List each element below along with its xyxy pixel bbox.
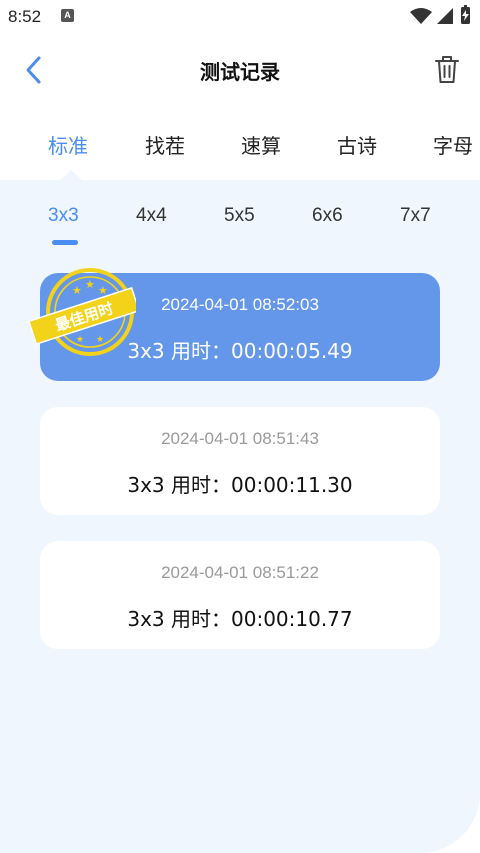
signal-icon <box>437 8 453 24</box>
svg-text:★: ★ <box>72 284 82 297</box>
delete-button[interactable] <box>432 54 462 86</box>
status-time: 8:52 <box>8 7 42 26</box>
tab-spot-difference[interactable]: 找茬 <box>145 130 185 159</box>
tab-quick-math[interactable]: 速算 <box>241 130 281 159</box>
app-header: 测试记录 <box>0 34 480 106</box>
size-tab-indicator <box>52 240 78 245</box>
size-tab-6x6[interactable]: 6x6 <box>312 205 343 227</box>
record-date: 2024-04-01 08:51:43 <box>161 429 319 448</box>
size-tab-7x7[interactable]: 7x7 <box>400 205 431 227</box>
tab-letters[interactable]: 字母 <box>433 130 473 159</box>
svg-text:★: ★ <box>85 278 95 291</box>
size-tab-4x4[interactable]: 4x4 <box>136 205 167 227</box>
record-card[interactable]: 2024-04-01 08:51:22 3x3 用时：00:00:10.77 <box>40 541 440 649</box>
record-date: 2024-04-01 08:51:22 <box>161 563 319 582</box>
size-tab-3x3[interactable]: 3x3 <box>48 205 79 227</box>
best-time-stamp-icon: ★ ★ ★ ★ ★ 最佳用时 <box>27 268 136 356</box>
active-tab-pointer <box>60 170 82 180</box>
battery-icon <box>461 5 470 24</box>
tab-standard[interactable]: 标准 <box>48 130 88 159</box>
page-title: 测试记录 <box>200 60 280 84</box>
record-duration: 3x3 用时：00:00:11.30 <box>127 473 353 497</box>
wifi-icon <box>410 8 432 24</box>
notification-a-icon: A <box>61 9 74 22</box>
svg-text:★: ★ <box>98 284 108 297</box>
tab-ancient-poems[interactable]: 古诗 <box>337 130 377 159</box>
status-bar: 8:52 A <box>0 0 480 34</box>
trash-icon <box>435 56 459 83</box>
svg-text:★: ★ <box>76 335 84 345</box>
record-duration: 3x3 用时：00:00:10.77 <box>127 607 353 631</box>
size-tab-5x5[interactable]: 5x5 <box>224 205 255 227</box>
record-card[interactable]: 2024-04-01 08:51:43 3x3 用时：00:00:11.30 <box>40 407 440 515</box>
svg-text:★: ★ <box>96 335 104 345</box>
